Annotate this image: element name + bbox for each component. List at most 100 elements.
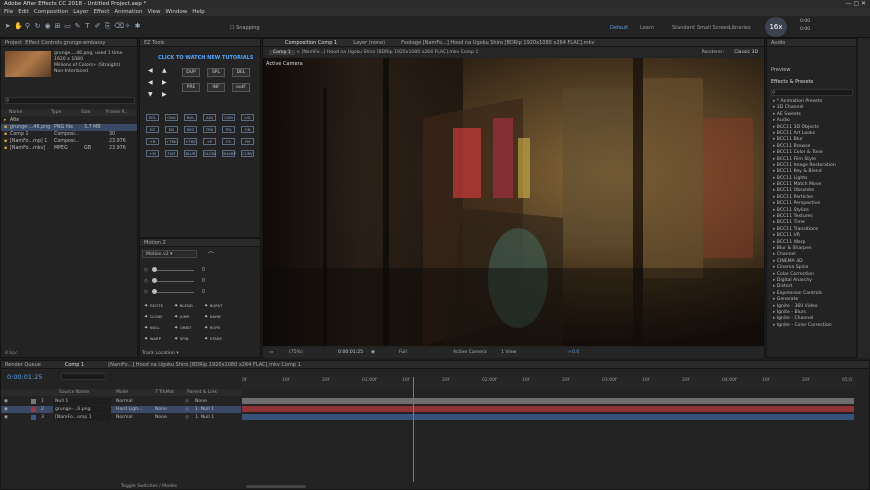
menu-item-animation[interactable]: Animation <box>114 8 142 16</box>
renderer-value[interactable]: Classic 3D <box>734 48 758 57</box>
camera-snapshot-icon[interactable]: ◉ <box>371 348 375 358</box>
tab-layer[interactable]: Layer (none) <box>353 39 385 46</box>
motion-jump-button[interactable]: ✦ JUMP <box>174 314 189 320</box>
resolution-dropdown[interactable]: Full <box>399 348 407 358</box>
layer-name[interactable]: Null 1 <box>53 398 111 405</box>
col-trkmat[interactable]: T TrkMat <box>155 389 174 396</box>
arrow-right-icon[interactable]: ▶ <box>162 91 167 98</box>
tab-comp-1-timeline[interactable]: Comp 1 <box>65 361 84 368</box>
ez-ed-button[interactable]: ED <box>165 126 178 133</box>
ez-ona-button[interactable]: ONA <box>165 114 178 121</box>
exposure-value[interactable]: +0.0 <box>568 348 579 358</box>
col-parent-link[interactable]: Parent & Link <box>187 389 217 396</box>
workspace-small-screen[interactable]: Small Screen <box>697 25 730 31</box>
timeline-layer-row[interactable]: ◉ 3 [NamFo...omp 1 Normal None ◎ 1. Null 1 <box>1 414 241 421</box>
pickwhip-icon[interactable]: ◎ <box>185 398 189 405</box>
col-name[interactable]: Name <box>1 109 51 116</box>
ez-glow-button[interactable]: GLOW <box>203 150 216 157</box>
timeline-current-time[interactable]: 0:00:01:25 <box>7 373 43 381</box>
window-controls[interactable]: — ▢ ✕ <box>845 0 866 8</box>
motion-orbit-button[interactable]: ✦ ORBIT <box>174 325 191 331</box>
ez-p-button[interactable]: +P <box>203 138 216 145</box>
ez-adj-button[interactable]: ADJ <box>203 114 216 121</box>
layer-name[interactable]: [NamFo...omp 1 <box>53 414 111 421</box>
pan-tool-icon[interactable]: ⊞ <box>54 23 61 30</box>
arrow-left-icon[interactable]: ◀ <box>148 79 153 86</box>
hand-tool-icon[interactable]: ✋ <box>14 23 23 30</box>
tab-nested-timeline[interactable]: [NamFo...] Hood na Ugoku Shiro [BDRip 19… <box>108 361 301 368</box>
ez-trk-button[interactable]: TRK <box>203 126 216 133</box>
snapping-toggle[interactable]: ☐ Snapping <box>230 25 260 31</box>
ez-cam-button[interactable]: CAM <box>222 114 235 121</box>
workspace-default[interactable]: Default <box>610 25 628 31</box>
motion-excite-button[interactable]: ✦ EXCITE <box>144 303 163 309</box>
motion-value[interactable]: 0 <box>202 279 205 284</box>
motion-slider-handle[interactable] <box>152 278 157 283</box>
spl-button[interactable]: SPL <box>207 68 225 77</box>
subtab-comp-1[interactable]: Comp 1 <box>269 50 295 55</box>
menu-item-view[interactable]: View <box>147 8 160 16</box>
ez-ez-button[interactable]: EZ <box>146 126 159 133</box>
col-source-name[interactable]: Source Name <box>59 389 89 396</box>
pre-button[interactable]: PRE <box>182 83 200 92</box>
ez-sharp-button[interactable]: SHARP <box>222 150 236 157</box>
layer-color-label[interactable] <box>31 399 36 404</box>
timeline-layer-row[interactable]: ◉ 1 Null 1 Normal ◎ None <box>1 398 241 405</box>
effects-search-input[interactable]: ⚲ <box>771 89 853 96</box>
col-type[interactable]: Type <box>51 109 81 116</box>
workspace-standard[interactable]: Standard <box>672 25 695 31</box>
tab-project[interactable]: Project <box>5 40 22 46</box>
tutorials-link[interactable]: CLICK TO WATCH NEW TUTORIALS <box>158 55 254 61</box>
motion-slider-handle[interactable] <box>152 289 157 294</box>
menu-item-file[interactable]: File <box>4 8 13 16</box>
layer-color-label[interactable] <box>31 407 36 412</box>
menu-item-composition[interactable]: Composition <box>34 8 68 16</box>
col-size[interactable]: Size <box>81 109 106 116</box>
ez-fiat-button[interactable]: FIAT <box>165 150 178 157</box>
menu-item-help[interactable]: Help <box>192 8 205 16</box>
current-time[interactable]: 0:00:01:25 <box>338 348 363 358</box>
timeline-zoom-slider[interactable] <box>246 485 306 488</box>
motion-spin-button[interactable]: ✦ SPIN <box>174 336 188 342</box>
pickwhip-icon[interactable]: ◎ <box>185 406 189 413</box>
workspace-learn[interactable]: Learn <box>640 25 654 31</box>
ez-on-button[interactable]: ON <box>241 126 254 133</box>
rotate-tool-icon[interactable]: ↻ <box>34 23 41 30</box>
menu-item-effect[interactable]: Effect <box>94 8 110 16</box>
ez-trk-button[interactable]: +TRK <box>165 138 178 145</box>
ez-m-button[interactable]: +M <box>146 150 159 157</box>
motion-rope-button[interactable]: ✦ ROPE <box>204 325 220 331</box>
ez-tre-button[interactable]: +TRE <box>184 138 197 145</box>
layer-color-label[interactable] <box>31 415 36 420</box>
project-item[interactable]: ▪ [NamFo...mkv] MPEG GB 23.976 <box>1 145 137 152</box>
layer-trkmat-dropdown[interactable]: None <box>155 406 167 413</box>
motion-slider-handle[interactable] <box>152 267 157 272</box>
layer-parent-dropdown[interactable]: 1. Null 1 <box>195 414 214 421</box>
type-tool-icon[interactable]: T <box>84 23 91 30</box>
timeline-search-input[interactable] <box>61 373 106 380</box>
motion-name-button[interactable]: ✦ NAME <box>204 314 221 320</box>
monitor-icon[interactable]: ▭ <box>269 348 273 358</box>
col-frame-rate[interactable]: Frame R... <box>106 109 131 116</box>
track-location-dropdown[interactable]: Track Location ▾ <box>142 351 179 356</box>
subtab-nested-comp[interactable]: [NamFo...] Hood na Ugoku Shiro [BDRip 19… <box>302 50 479 55</box>
menu-item-edit[interactable]: Edit <box>18 8 29 16</box>
tab-footage[interactable]: Footage [NamFo...] Hood na Ugoku Shiro [… <box>401 39 594 46</box>
brush-tool-icon[interactable]: ✐ <box>94 23 101 30</box>
layer-mode-dropdown[interactable]: Normal <box>116 414 133 421</box>
motion-burst-button[interactable]: ✦ BURST <box>204 303 223 309</box>
tab-composition[interactable]: Composition Comp 1 <box>285 39 337 46</box>
layer-mode-dropdown[interactable]: Normal <box>116 398 133 405</box>
layer-duration-bar[interactable] <box>242 406 854 412</box>
pickwhip-icon[interactable]: ◎ <box>185 414 189 421</box>
graph-icon[interactable]: ⌒ <box>208 250 214 259</box>
dup-button[interactable]: DUP <box>182 68 200 77</box>
motion-slider-track[interactable] <box>154 292 194 293</box>
eraser-tool-icon[interactable]: ⌫ <box>114 23 124 30</box>
layer-trkmat-dropdown[interactable]: None <box>155 414 167 421</box>
tab-render-queue[interactable]: Render Queue <box>5 361 41 368</box>
motion-clone-button[interactable]: ✦ CLONE <box>144 314 163 320</box>
layer-duration-bar[interactable] <box>242 398 854 404</box>
magnification-dropdown[interactable]: (75%) <box>289 348 303 358</box>
toggle-switches-modes[interactable]: Toggle Switches / Modes <box>121 484 177 489</box>
